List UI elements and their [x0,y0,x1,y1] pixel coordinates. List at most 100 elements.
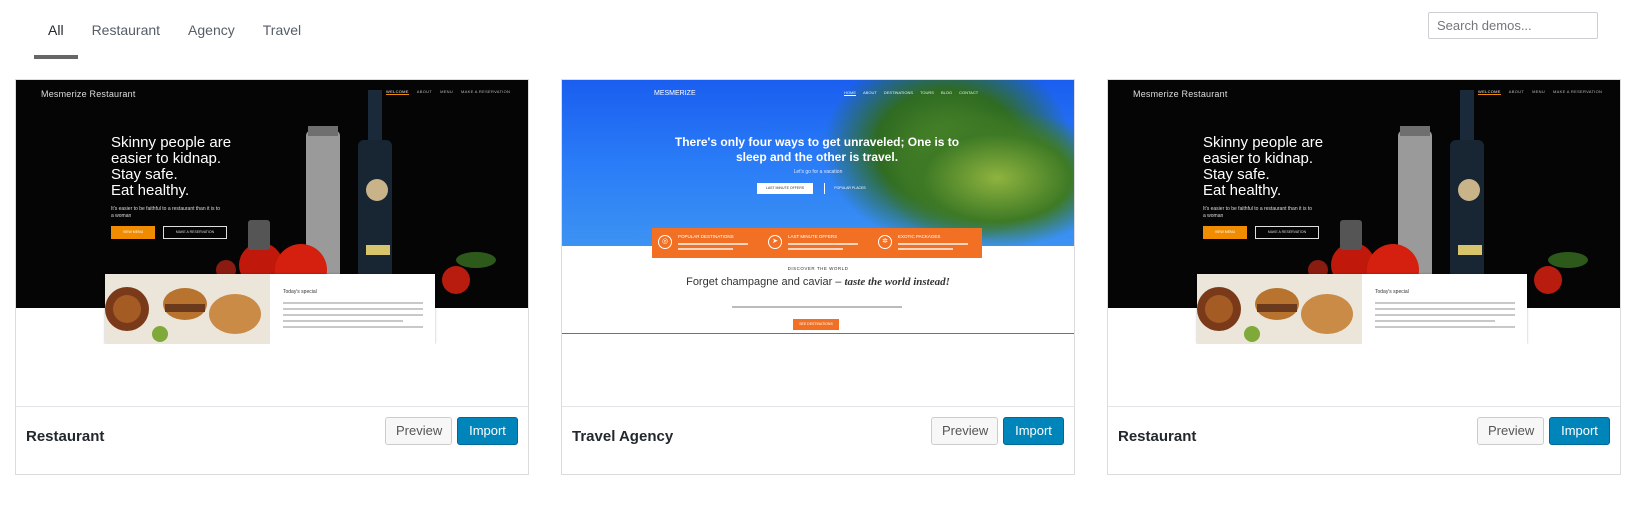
tab-label: Agency [188,22,235,38]
hero-line: Skinny people are [111,134,232,151]
hero-line: Eat healthy. [111,182,190,199]
hero-line: easier to kidnap. [1203,150,1314,167]
hero-cta-secondary: MAKE A RESERVATION [1255,226,1319,239]
nav-item: MAKE A RESERVATION [461,89,511,94]
site-logo: Mesmerize Restaurant [1133,89,1228,99]
text-line [732,306,902,308]
search-demos-input[interactable] [1428,12,1598,39]
hero-subtext: It's easier to be faithful to a restaura… [1203,206,1313,219]
site-nav: WELCOME ABOUT MENU MAKE A RESERVATION [386,89,510,95]
text-line [283,326,423,328]
special-card: Today's special [105,274,435,344]
food-plate-image [1197,274,1362,344]
hero-heading: Skinny people are easier to kidnap. Stay… [1203,135,1323,199]
demo-thumbnail[interactable]: MESMERIZE HOME ABOUT DESTINATIONS TOURS … [562,80,1074,407]
demo-title: Restaurant [26,428,105,445]
feature-item: ◎ POPULAR DESTINATIONS [652,228,762,258]
palm-trees-decor [882,110,1074,246]
text-line [788,248,843,250]
paper-plane-icon: ➤ [768,235,782,249]
tab-restaurant[interactable]: Restaurant [78,0,174,60]
nav-item: MENU [1532,89,1546,94]
nav-item: HOME [844,90,856,96]
food-image-decor [1197,274,1362,344]
tab-travel[interactable]: Travel [249,0,315,60]
feature-title: LAST MINUTE OFFERS [788,234,838,239]
tab-label: Restaurant [91,22,161,38]
text-line [788,243,858,245]
demo-thumbnail[interactable]: Mesmerize Restaurant WELCOME ABOUT MENU … [16,80,528,407]
section-cta: SEE DESTINATIONS [793,319,839,330]
hero-heading: Skinny people are easier to kidnap. Stay… [111,135,231,199]
feature-item: ✲ EXOTIC PACKAGES [872,228,982,258]
site-nav: HOME ABOUT DESTINATIONS TOURS BLOG CONTA… [844,90,978,96]
section-eyebrow: DISCOVER THE WORLD [787,266,849,271]
site-nav: WELCOME ABOUT MENU MAKE A RESERVATION [1478,89,1602,95]
nav-item: MENU [440,89,454,94]
site-logo: MESMERIZE [654,90,696,97]
feature-item: ➤ LAST MINUTE OFFERS [762,228,872,258]
hero-line: Stay safe. [1203,166,1270,183]
restaurant-screenshot: Mesmerize Restaurant WELCOME ABOUT MENU … [1108,80,1620,344]
special-title: Today's special [1375,289,1409,295]
text-line [283,302,423,304]
text-line [1375,320,1495,322]
globe-icon: ◎ [658,235,672,249]
feature-title: EXOTIC PACKAGES [898,234,941,239]
heading-plain: Forget champagne and caviar – [686,276,845,288]
demo-card-restaurant: Mesmerize Restaurant WELCOME ABOUT MENU … [15,79,529,475]
demo-card-restaurant-2: Mesmerize Restaurant WELCOME ABOUT MENU … [1107,79,1621,475]
hero-line: Stay safe. [111,166,178,183]
hero-cta-primary: VIEW MENU [111,226,155,239]
tab-all[interactable]: All [34,0,78,60]
nav-item: TOURS [920,90,934,95]
hero-cta-primary: LAST MINUTE OFFERS [757,183,813,194]
text-line [678,243,748,245]
hero-line: Eat healthy. [1203,182,1282,199]
heading-italic: taste the world instead! [844,276,950,288]
import-button[interactable]: Import [1003,417,1064,445]
feature-title: POPULAR DESTINATIONS [678,234,734,239]
text-line [898,243,968,245]
import-button[interactable]: Import [1549,417,1610,445]
hero-line: easier to kidnap. [111,150,222,167]
card-footer: Restaurant Preview Import [1108,406,1620,474]
nav-item: WELCOME [1478,89,1501,95]
text-line [1375,314,1515,316]
nav-item: MAKE A RESERVATION [1553,89,1603,94]
import-button[interactable]: Import [457,417,518,445]
nav-item: DESTINATIONS [883,90,914,95]
preview-button[interactable]: Preview [385,417,452,445]
hero-cta-secondary: POPULAR PLACES [824,183,875,194]
text-line [678,248,733,250]
section-heading: Forget champagne and caviar – taste the … [562,276,1074,289]
text-line [1375,308,1515,310]
tab-agency[interactable]: Agency [174,0,249,60]
food-plate-image [105,274,270,344]
tab-label: All [48,22,64,38]
restaurant-screenshot: Mesmerize Restaurant WELCOME ABOUT MENU … [16,80,528,344]
features-bar: ◎ POPULAR DESTINATIONS ➤ LAST MINUTE OFF… [652,228,982,258]
text-line [283,308,423,310]
nav-item: BLOG [940,90,953,95]
demo-thumbnail[interactable]: Mesmerize Restaurant WELCOME ABOUT MENU … [1108,80,1620,407]
food-image-decor [105,274,270,344]
hero-subtext: Let's go for a vacation [793,169,843,175]
text-line [1375,326,1515,328]
text-line [283,320,403,322]
card-footer: Travel Agency Preview Import [562,406,1074,474]
demo-card-travel-agency: MESMERIZE HOME ABOUT DESTINATIONS TOURS … [561,79,1075,475]
hero-line: Skinny people are [1203,134,1324,151]
travel-screenshot: MESMERIZE HOME ABOUT DESTINATIONS TOURS … [562,80,1074,344]
demo-title: Travel Agency [572,428,674,445]
hero-cta-secondary: MAKE A RESERVATION [163,226,227,239]
nav-item: WELCOME [386,89,409,95]
preview-button[interactable]: Preview [1477,417,1544,445]
divider [562,333,1074,334]
demo-title: Restaurant [1118,428,1197,445]
nav-item: ABOUT [863,90,877,95]
preview-button[interactable]: Preview [931,417,998,445]
text-line [1375,302,1515,304]
nav-item: ABOUT [1508,89,1525,94]
hero-heading: There's only four ways to get unraveled;… [674,135,960,164]
